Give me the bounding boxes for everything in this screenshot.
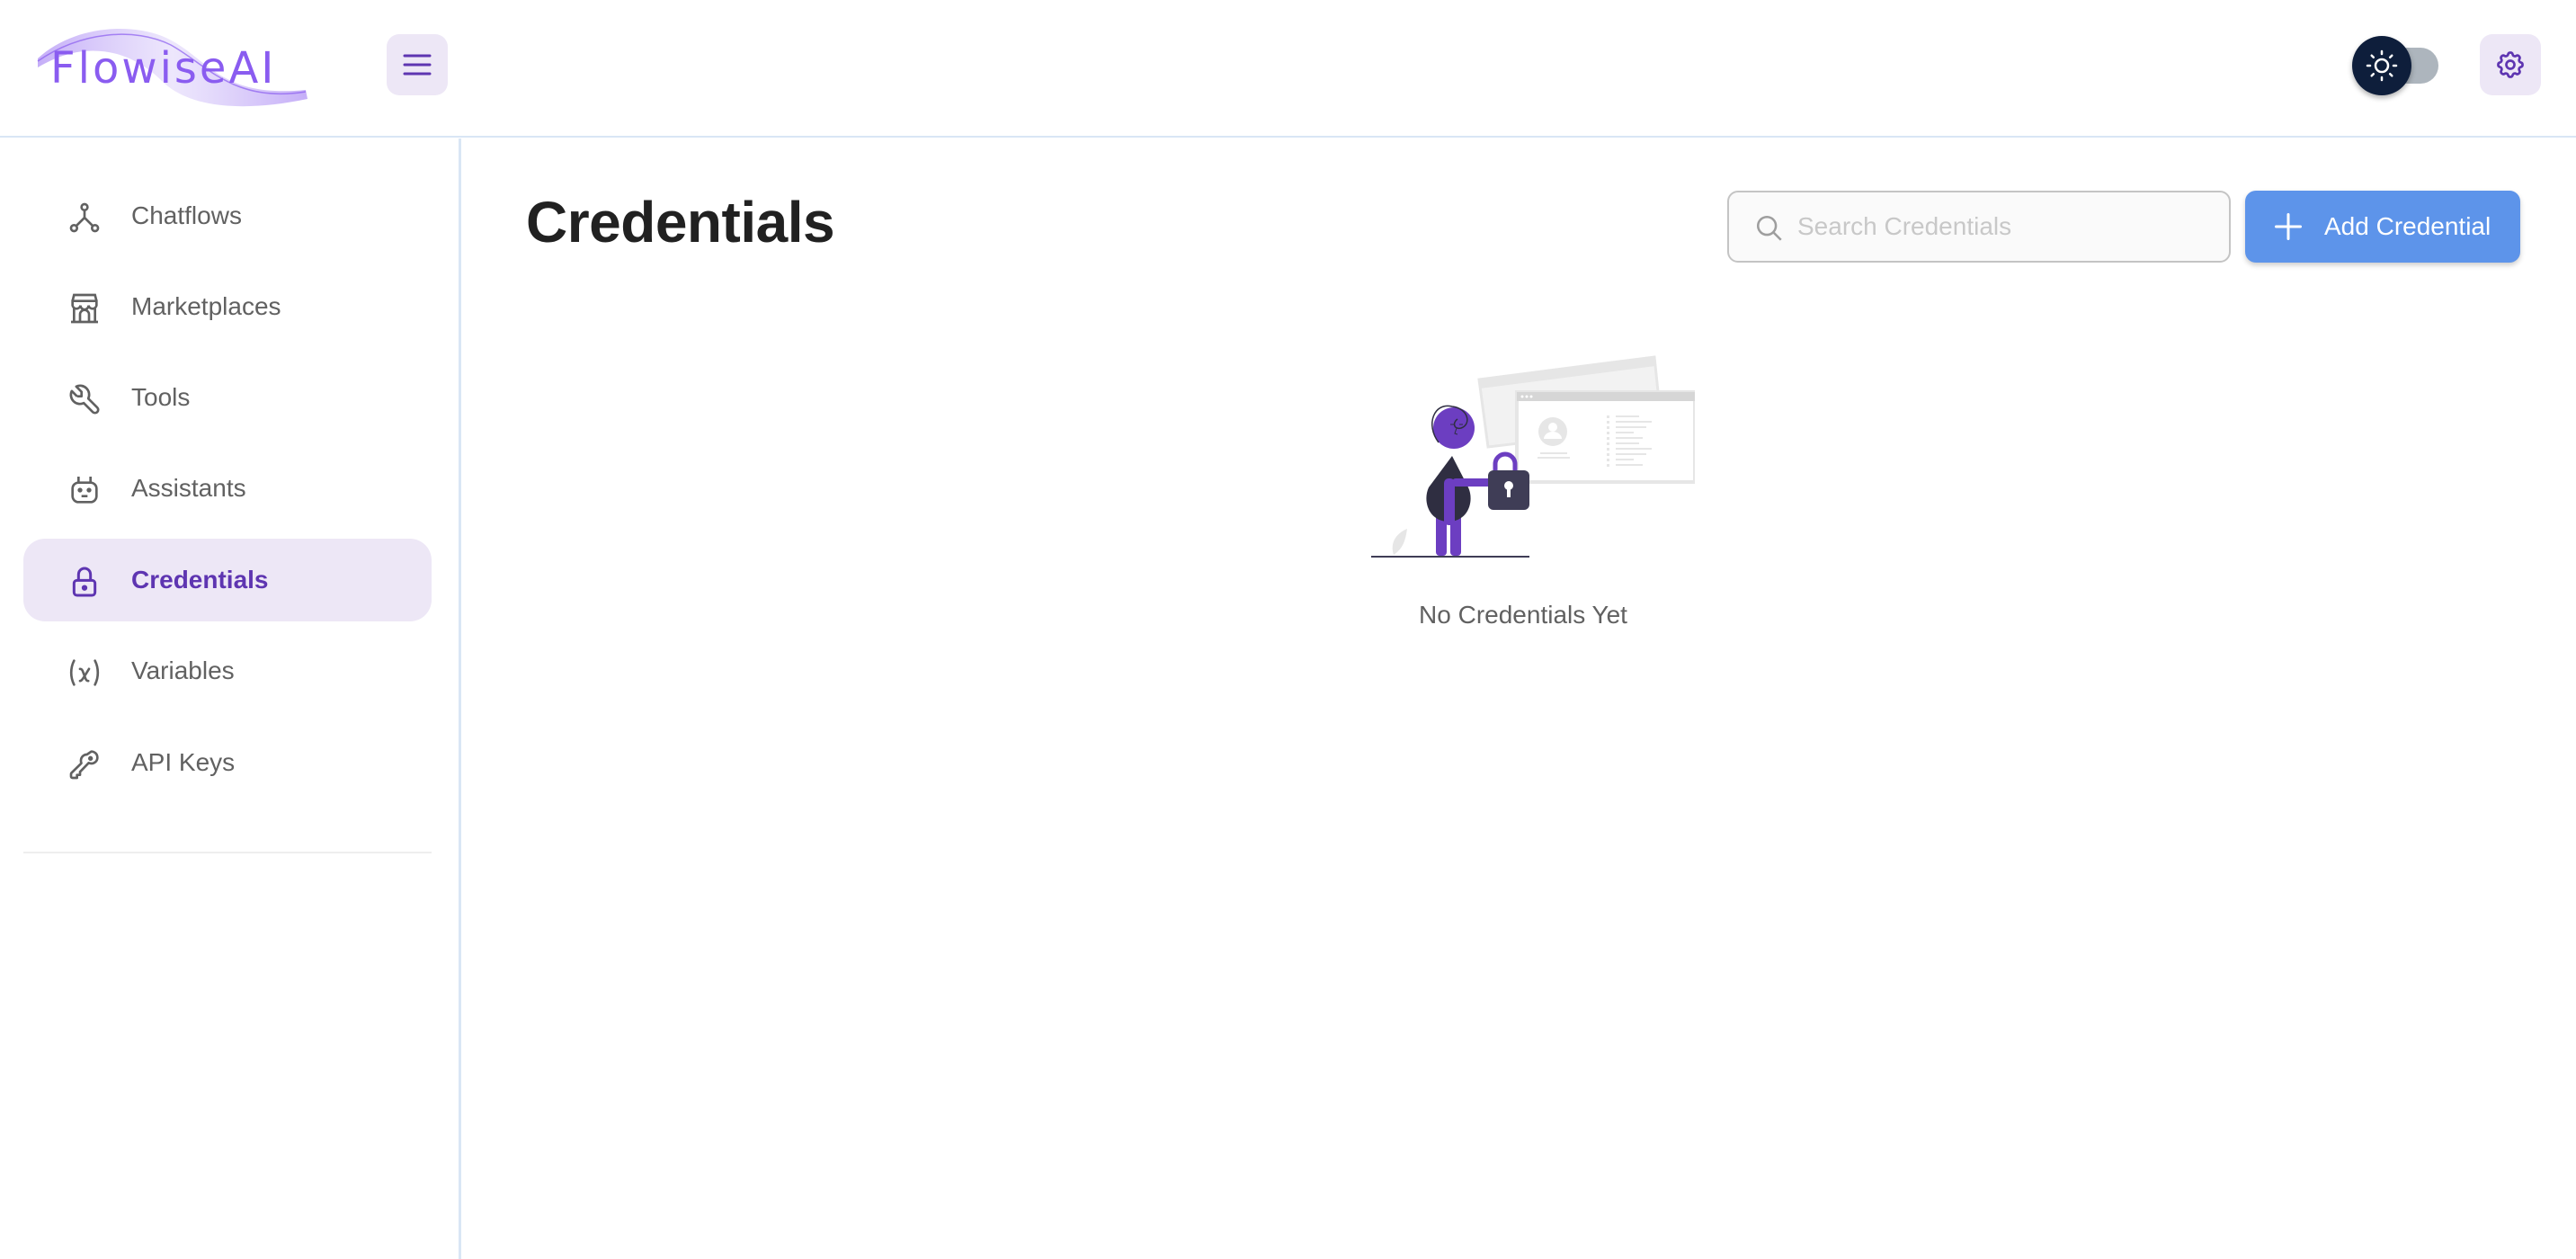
sidebar-item-label: API Keys (131, 748, 236, 776)
search-input[interactable] (1797, 192, 2211, 261)
leaf-graphic (1392, 529, 1407, 555)
front-window-graphic (1515, 390, 1697, 484)
wrench-icon (67, 381, 103, 417)
variable-icon (67, 655, 103, 691)
person-with-padlock-illustration (1371, 355, 1697, 558)
add-credential-button[interactable]: Add Credential (2245, 191, 2520, 263)
sidebar-item-label: Credentials (131, 566, 269, 594)
lock-icon (67, 564, 103, 600)
menu-toggle-button[interactable] (387, 34, 448, 95)
storefront-icon (67, 290, 103, 326)
add-credential-label: Add Credential (2324, 212, 2491, 240)
sidebar-item-chatflows[interactable]: Chatflows (23, 174, 432, 257)
sidebar-item-label: Marketplaces (131, 292, 281, 320)
sidebar-item-label: Tools (131, 383, 191, 411)
sidebar-item-variables[interactable]: Variables (23, 630, 432, 712)
search-icon (1756, 215, 1782, 241)
sun-icon (2366, 49, 2398, 82)
plus-icon (2275, 213, 2302, 240)
robot-icon (67, 472, 103, 508)
sidebar: Chatflows Marketplaces Tools Assistants … (0, 138, 461, 1259)
theme-toggle-switch[interactable] (2352, 36, 2442, 95)
search-credentials-field[interactable] (1727, 191, 2231, 263)
sidebar-item-credentials[interactable]: Credentials (23, 539, 432, 621)
sidebar-item-assistants[interactable]: Assistants (23, 447, 432, 530)
sidebar-item-label: Chatflows (131, 201, 242, 229)
empty-state-illustration (1353, 353, 1697, 568)
toggle-thumb (2352, 36, 2411, 95)
flowise-logo[interactable]: FlowiseAI (36, 18, 310, 112)
sidebar-item-label: Assistants (131, 474, 246, 502)
settings-button[interactable] (2480, 34, 2541, 95)
sidebar-item-label: Variables (131, 656, 235, 684)
sidebar-divider (23, 852, 432, 853)
sidebar-item-tools[interactable]: Tools (23, 356, 432, 439)
empty-state-message: No Credentials Yet (1419, 601, 1627, 629)
top-header: FlowiseAI (0, 0, 2576, 138)
hierarchy-icon (67, 200, 103, 236)
hamburger-menu-icon (403, 54, 432, 76)
gear-icon (2497, 51, 2524, 78)
key-icon (67, 746, 103, 782)
ground-line (1371, 556, 1529, 558)
brand-name: FlowiseAI (50, 43, 277, 94)
page-title: Credentials (526, 190, 835, 254)
sidebar-item-api-keys[interactable]: API Keys (23, 721, 432, 804)
sidebar-item-marketplaces[interactable]: Marketplaces (23, 265, 432, 348)
